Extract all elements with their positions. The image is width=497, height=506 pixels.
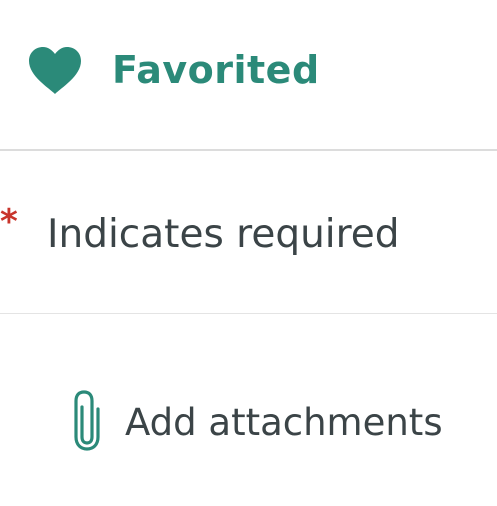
favorite-label: Favorited	[112, 48, 320, 92]
required-note: * Indicates required	[0, 205, 497, 275]
divider	[0, 149, 497, 151]
form-panel: Favorited * Indicates required Add attac…	[0, 0, 497, 506]
favorite-toggle[interactable]: Favorited	[0, 30, 497, 110]
required-note-label: Indicates required	[47, 212, 400, 257]
add-attachments-label: Add attachments	[125, 401, 443, 444]
required-asterisk: *	[0, 202, 18, 242]
add-attachments-button[interactable]: Add attachments	[0, 385, 497, 455]
paperclip-icon	[74, 390, 100, 451]
divider	[0, 313, 497, 314]
heart-icon	[29, 47, 81, 94]
